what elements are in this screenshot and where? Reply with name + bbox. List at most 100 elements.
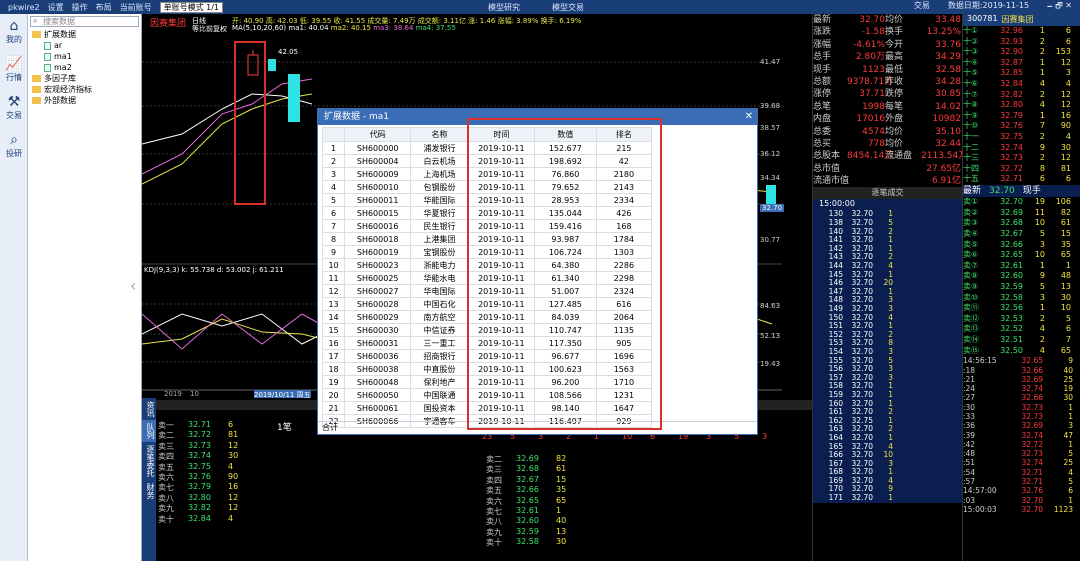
table-cell: 5: [321, 193, 346, 207]
table-cell: 1303: [595, 245, 653, 259]
table-cell: 2019-10-11: [467, 401, 535, 415]
tree-item[interactable]: ma2: [28, 62, 141, 73]
dialog-title: 扩展数据 - ma1 ✕: [318, 109, 757, 125]
chart-adjust[interactable]: 等比前复权: [192, 24, 227, 34]
table-cell: 79.652: [533, 180, 597, 194]
quote-row: 内盘 17016 外盘 10982: [813, 114, 961, 125]
table-row[interactable]: 8 SH600018 上港集团 2019-10-11 93.987 1784: [321, 232, 653, 246]
settings-menu[interactable]: 设置: [48, 2, 64, 13]
table-cell: 华电国际: [410, 284, 469, 298]
table-row[interactable]: 21 SH600061 国投资本 2019-10-11 98.140 1647: [321, 401, 653, 415]
quote-row: 最新 32.70 均价 33.48: [813, 15, 961, 25]
time-sale-row: :21 32.69 25: [963, 374, 1073, 384]
table-row[interactable]: 20 SH600050 中国联通 2019-10-11 108.566 1231: [321, 388, 653, 402]
top-bar: pkwire2 设置 操作 布局 当前账号 单账号模式 1/1 模型研究 模型交…: [0, 0, 1080, 14]
column-header[interactable]: 数值: [533, 127, 597, 142]
table-cell: SH600011: [344, 193, 412, 207]
column-header[interactable]: 排名: [595, 127, 653, 142]
table-cell: SH600004: [344, 154, 412, 168]
table-row[interactable]: 1 SH600000 浦发银行 2019-10-11 152.677 215: [321, 141, 653, 155]
tree-item[interactable]: ma1: [28, 51, 141, 62]
dock-tab-news[interactable]: 资讯: [142, 398, 156, 420]
nav-research[interactable]: ⌕ 投研: [0, 128, 28, 166]
dock-tab-queue[interactable]: 队列: [142, 420, 156, 442]
queue-row: 卖八 32.80 12: [158, 492, 239, 503]
table-cell: SH600018: [344, 232, 412, 246]
table-cell: 127.485: [533, 297, 597, 311]
table-cell: 2019-10-11: [467, 297, 535, 311]
trade-link[interactable]: 交易: [914, 0, 930, 14]
column-header[interactable]: 名称: [410, 127, 469, 142]
table-row[interactable]: 2 SH600004 白云机场 2019-10-11 198.692 42: [321, 154, 653, 168]
table-row[interactable]: 3 SH600009 上海机场 2019-10-11 76.860 2180: [321, 167, 653, 181]
queue-row: 卖四 32.74 30: [158, 451, 239, 462]
collapse-left-icon[interactable]: ‹: [130, 276, 136, 295]
dock-tab-orders[interactable]: 逐笔委托: [142, 442, 156, 480]
table-row[interactable]: 7 SH600016 民生银行 2019-10-11 159.416 168: [321, 219, 653, 233]
ext-data-dialog[interactable]: 扩展数据 - ma1 ✕ 代码 名称 时间 数值 排名 1 SH600000 浦发银行 2019…: [317, 108, 758, 435]
tree-item[interactable]: ar: [28, 40, 141, 51]
y-tick-label: 39.68: [760, 102, 781, 110]
table-cell: 19: [321, 375, 346, 389]
table-row[interactable]: 13 SH600028 中国石化 2019-10-11 127.485 616: [321, 297, 653, 311]
tree-item[interactable]: 扩展数据: [28, 29, 141, 40]
table-cell: 招商银行: [410, 349, 469, 363]
table-cell: 1: [321, 141, 346, 155]
column-header[interactable]: 代码: [344, 127, 412, 142]
stock-code: 300781: [967, 14, 998, 23]
nav-trade[interactable]: ⚒ 交易: [0, 90, 28, 128]
close-icon[interactable]: ✕: [745, 109, 753, 125]
model-trade-button[interactable]: 模型交易: [552, 2, 584, 13]
table-cell: SH600015: [344, 206, 412, 220]
table-cell: 51.007: [533, 284, 597, 298]
table-row[interactable]: 18 SH600038 中直股份 2019-10-11 100.623 1563: [321, 362, 653, 376]
book-row: 卖① 32.70 19 106: [963, 197, 1071, 207]
column-header[interactable]: 时间: [467, 127, 535, 142]
table-row[interactable]: 15 SH600030 中信证券 2019-10-11 110.747 1135: [321, 323, 653, 337]
table-row[interactable]: 10 SH600023 浙能电力 2019-10-11 64.380 2286: [321, 258, 653, 272]
table-cell: 2019-10-11: [467, 245, 535, 259]
tree-item[interactable]: 外部数据: [28, 95, 141, 106]
table-cell: 2019-10-11: [467, 375, 535, 389]
model-research-button[interactable]: 模型研究: [488, 2, 520, 13]
time-sale-row: :03 32.70 1: [963, 495, 1073, 505]
table-row[interactable]: 9 SH600019 宝钢股份 2019-10-11 106.724 1303: [321, 245, 653, 259]
account-mode-select[interactable]: 单账号模式 1/1: [159, 1, 224, 13]
book-row: 十一 32.75 2 4: [963, 131, 1071, 141]
file-icon: [44, 63, 51, 72]
book-row: 卖⑬ 32.52 4 6: [963, 324, 1071, 334]
time-sale-row: 14:56:15 32.65 9: [963, 356, 1073, 366]
table-row[interactable]: 5 SH600011 华能国际 2019-10-11 28.953 2334: [321, 193, 653, 207]
table-cell: 117.350: [533, 336, 597, 350]
tree-item[interactable]: 多因子库: [28, 73, 141, 84]
window-controls[interactable]: 🗕 🗗 ✕: [1047, 0, 1072, 14]
book-row: 十⑥ 32.84 4 4: [963, 78, 1071, 88]
time-sale-row: 15:00:03 32.70 1123: [963, 504, 1073, 514]
app-name: pkwire2: [8, 2, 40, 12]
table-row[interactable]: 4 SH600010 包钢股份 2019-10-11 79.652 2143: [321, 180, 653, 194]
nav-mine[interactable]: ⌂ 我的: [0, 14, 28, 52]
table-cell: 93.987: [533, 232, 597, 246]
table-row[interactable]: 17 SH600036 招商银行 2019-10-11 96.677 1696: [321, 349, 653, 363]
layout-menu[interactable]: 布局: [96, 2, 112, 13]
tree-search-input[interactable]: 搜索数据: [30, 16, 139, 27]
book-row: 十二 32.74 9 30: [963, 142, 1071, 152]
table-row[interactable]: 12 SH600027 华电国际 2019-10-11 51.007 2324: [321, 284, 653, 298]
table-cell: 2019-10-11: [467, 388, 535, 402]
table-row[interactable]: 14 SH600029 南方航空 2019-10-11 84.039 2064: [321, 310, 653, 324]
table-row[interactable]: 11 SH600025 华能水电 2019-10-11 61.340 2298: [321, 271, 653, 285]
book-row: 卖⑩ 32.58 3 30: [963, 292, 1071, 302]
tools-icon: ⚒: [7, 94, 21, 110]
table-row[interactable]: 6 SH600015 华夏银行 2019-10-11 135.044 426: [321, 206, 653, 220]
table-cell: SH600016: [344, 219, 412, 233]
nav-market[interactable]: 📈 行情: [0, 52, 28, 90]
operate-menu[interactable]: 操作: [72, 2, 88, 13]
table-cell: 84.039: [533, 310, 597, 324]
column-header[interactable]: [321, 127, 346, 142]
dock-tab-finance[interactable]: 财务: [142, 480, 156, 502]
table-row[interactable]: 16 SH600031 三一重工 2019-10-11 117.350 905: [321, 336, 653, 350]
tree-item[interactable]: 宏观经济指标: [28, 84, 141, 95]
table-row[interactable]: 19 SH600048 保利地产 2019-10-11 96.200 1710: [321, 375, 653, 389]
table-cell: 616: [595, 297, 653, 311]
lots-label: 1笔: [277, 423, 292, 433]
